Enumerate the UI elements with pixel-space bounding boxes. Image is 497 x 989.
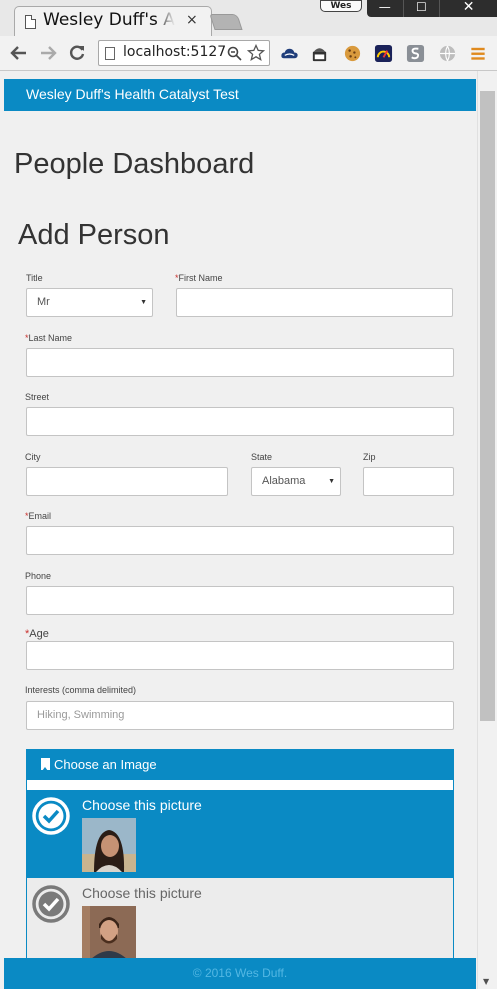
section-title: Add Person xyxy=(18,219,170,251)
chevron-down-icon: ▼ xyxy=(140,299,147,306)
profile-badge[interactable]: Wes xyxy=(320,0,362,12)
star-icon[interactable] xyxy=(247,44,265,62)
window-controls: — ☐ ✕ xyxy=(367,0,497,17)
email-label: *Email xyxy=(25,511,51,521)
globe-extension-icon[interactable] xyxy=(438,44,457,63)
bookmark-icon xyxy=(41,758,50,771)
image-chooser-panel: Choose an Image Choose this picture Choo… xyxy=(26,749,454,989)
city-label: City xyxy=(25,452,41,462)
cloud-extension-icon[interactable] xyxy=(280,44,299,63)
last-name-field[interactable] xyxy=(26,348,454,377)
forward-arrow-icon[interactable] xyxy=(39,45,57,61)
title-select[interactable]: Mr ▼ xyxy=(26,288,153,317)
image-chooser-title: Choose an Image xyxy=(54,757,157,772)
interests-placeholder: Hiking, Swimming xyxy=(37,709,125,721)
zip-label: Zip xyxy=(363,452,376,462)
street-field[interactable] xyxy=(26,407,454,436)
state-select-value: Alabama xyxy=(262,475,306,487)
cookie-extension-icon[interactable] xyxy=(343,44,362,63)
footer-text: © 2016 Wes Duff. xyxy=(192,966,288,980)
last-name-label-text: Last Name xyxy=(28,333,73,343)
last-name-label: *Last Name xyxy=(25,333,72,343)
brand-link[interactable]: Wesley Duff's Health Catalyst Test xyxy=(26,86,239,102)
page-content: Wesley Duff's Health Catalyst Test Peopl… xyxy=(4,71,476,989)
close-window-button[interactable]: ✕ xyxy=(440,0,497,17)
new-tab-button[interactable] xyxy=(209,14,243,30)
browser-tab[interactable]: Wesley Duff's Assessment × xyxy=(14,6,212,37)
url-text[interactable]: localhost:51270 xyxy=(123,44,227,60)
avatar-man xyxy=(82,906,136,960)
minimize-button[interactable]: — xyxy=(367,0,404,17)
check-circle-icon xyxy=(32,797,70,835)
page-footer: © 2016 Wes Duff. xyxy=(4,958,476,989)
email-field[interactable] xyxy=(26,526,454,555)
address-bar[interactable]: localhost:51270 xyxy=(98,40,270,66)
state-label: State xyxy=(251,452,273,462)
interests-field[interactable]: Hiking, Swimming xyxy=(26,701,454,730)
tab-title: Wesley Duff's Assessment xyxy=(43,10,175,30)
check-circle-icon xyxy=(32,885,70,923)
phone-field[interactable] xyxy=(26,586,454,615)
city-field[interactable] xyxy=(26,467,228,496)
phone-label: Phone xyxy=(25,571,52,581)
page-icon xyxy=(25,15,36,29)
speedometer-extension-icon[interactable] xyxy=(374,44,393,63)
zoom-icon[interactable] xyxy=(227,46,243,62)
first-name-label-text: First Name xyxy=(178,273,223,283)
cake-extension-icon[interactable] xyxy=(310,44,329,63)
chevron-down-icon: ▼ xyxy=(328,478,335,485)
first-name-field[interactable] xyxy=(176,288,453,317)
street-label: Street xyxy=(25,392,50,402)
avatar-woman xyxy=(82,818,136,872)
reload-icon[interactable] xyxy=(68,44,86,62)
title-label: Title xyxy=(26,273,43,283)
vertical-scrollbar[interactable]: ▼ xyxy=(477,71,497,989)
age-label-text: Age xyxy=(29,628,49,640)
age-label: *Age xyxy=(25,628,49,640)
age-field[interactable] xyxy=(26,641,454,670)
s-extension-icon[interactable] xyxy=(406,44,425,63)
back-arrow-icon[interactable] xyxy=(10,45,28,61)
first-name-label: *First Name xyxy=(175,273,223,283)
menu-icon[interactable] xyxy=(470,44,486,63)
picture-option-label: Choose this picture xyxy=(82,797,202,813)
scrollbar-thumb[interactable] xyxy=(480,91,495,721)
zip-field[interactable] xyxy=(363,467,454,496)
email-label-text: Email xyxy=(28,511,52,521)
tab-close-icon[interactable]: × xyxy=(186,12,198,28)
page-title: People Dashboard xyxy=(14,148,255,180)
browser-toolbar: localhost:51270 xyxy=(0,36,497,71)
title-select-value: Mr xyxy=(37,296,50,308)
page-icon xyxy=(105,47,115,60)
picture-option[interactable]: Choose this picture xyxy=(27,790,453,878)
scroll-down-arrow-icon[interactable]: ▼ xyxy=(483,977,489,986)
interests-label: Interests (comma delimited) xyxy=(25,685,137,695)
browser-title-bar: Wesley Duff's Assessment × Wes — ☐ ✕ xyxy=(0,0,497,37)
state-select[interactable]: Alabama ▼ xyxy=(251,467,341,496)
picture-option-label: Choose this picture xyxy=(82,885,202,901)
page-viewport: Wesley Duff's Health Catalyst Test Peopl… xyxy=(0,71,497,989)
top-navbar: Wesley Duff's Health Catalyst Test xyxy=(4,79,476,111)
maximize-button[interactable]: ☐ xyxy=(404,0,441,17)
image-chooser-header: Choose an Image xyxy=(27,750,453,780)
